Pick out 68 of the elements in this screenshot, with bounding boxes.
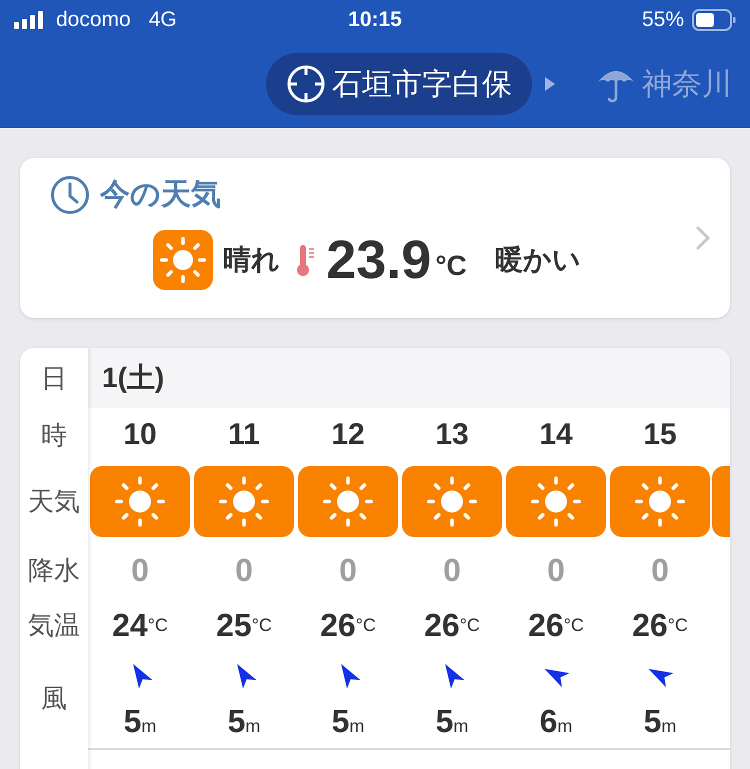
battery-percent: 55% — [642, 8, 684, 32]
wind-unit: m — [661, 716, 676, 736]
location-tab[interactable]: 石垣市字白保 — [266, 53, 532, 115]
carrier-name: docomo — [56, 8, 131, 32]
condition-text: 晴れ — [223, 243, 280, 277]
row-label: 時 — [41, 418, 67, 452]
temp-unit: °C — [148, 614, 168, 636]
temp-value: 26 — [528, 606, 564, 644]
temp-value: 26 — [320, 606, 356, 644]
row-label: 風 — [41, 682, 67, 714]
hour-text: 14 — [539, 417, 573, 453]
weather-tile — [712, 466, 730, 536]
sun-icon — [298, 466, 398, 536]
row-label: 気温 — [28, 608, 80, 642]
feeling-text: 暖かい — [494, 243, 581, 277]
wind-unit: m — [245, 716, 260, 736]
sun-icon — [90, 466, 190, 536]
row-label: 日 — [41, 362, 67, 394]
wind-unit: m — [141, 716, 156, 736]
clock-time: 10:15 — [348, 8, 402, 32]
hour-text: 10 — [123, 417, 157, 453]
row-label: 降水 — [28, 554, 80, 586]
wind-value: 5 — [644, 703, 662, 739]
precip-value: 0 — [443, 550, 461, 590]
wind-value: 5 — [332, 703, 350, 739]
precip-value: 0 — [547, 550, 565, 590]
clock-icon — [50, 174, 90, 214]
hour-text: 11 — [228, 417, 260, 453]
card-title: 今の天気 — [100, 177, 221, 213]
temp-value: 26 — [632, 606, 668, 644]
temperature-value: 23.9 — [326, 229, 432, 291]
temp-unit: °C — [356, 614, 376, 636]
wind-unit: m — [349, 716, 364, 736]
sun-icon — [402, 466, 502, 536]
wind-unit: m — [557, 716, 572, 736]
precip-value: 0 — [339, 550, 357, 590]
crosshair-icon — [286, 64, 326, 104]
chevron-right-icon — [696, 226, 710, 250]
precip-value: 0 — [651, 550, 669, 590]
temp-value: 26 — [424, 606, 460, 644]
wind-value: 5 — [124, 703, 142, 739]
temp-unit: °C — [564, 614, 584, 636]
wind-unit: m — [453, 716, 468, 736]
network-type: 4G — [148, 8, 177, 32]
date-text: 1(土) — [102, 361, 164, 395]
sun-icon — [194, 466, 294, 536]
wind-value: 5 — [228, 703, 246, 739]
thermometer-icon — [296, 243, 316, 277]
row-label: 天気 — [28, 484, 80, 518]
wind-value: 5 — [436, 703, 454, 739]
precip-value: 0 — [235, 550, 253, 590]
temp-unit: °C — [460, 614, 480, 636]
sun-icon — [153, 230, 214, 290]
temp-unit: °C — [668, 614, 688, 636]
sun-icon — [506, 466, 606, 536]
wind-value: 6 — [540, 703, 558, 739]
current-weather-card[interactable]: 今の天気 晴れ 23.9°C 暖かい — [20, 158, 730, 318]
sun-icon — [610, 466, 710, 536]
precip-value: 0 — [131, 550, 149, 590]
hour-text: 13 — [435, 417, 469, 453]
temp-unit: °C — [252, 614, 272, 636]
temp-value: 24 — [112, 606, 148, 644]
hour-text: 15 — [643, 417, 677, 453]
next-arrow-icon — [544, 76, 556, 92]
temperature-unit: °C — [435, 250, 467, 282]
hour-text: 12 — [331, 417, 365, 453]
battery-icon — [692, 9, 736, 31]
temp-value: 25 — [216, 606, 252, 644]
